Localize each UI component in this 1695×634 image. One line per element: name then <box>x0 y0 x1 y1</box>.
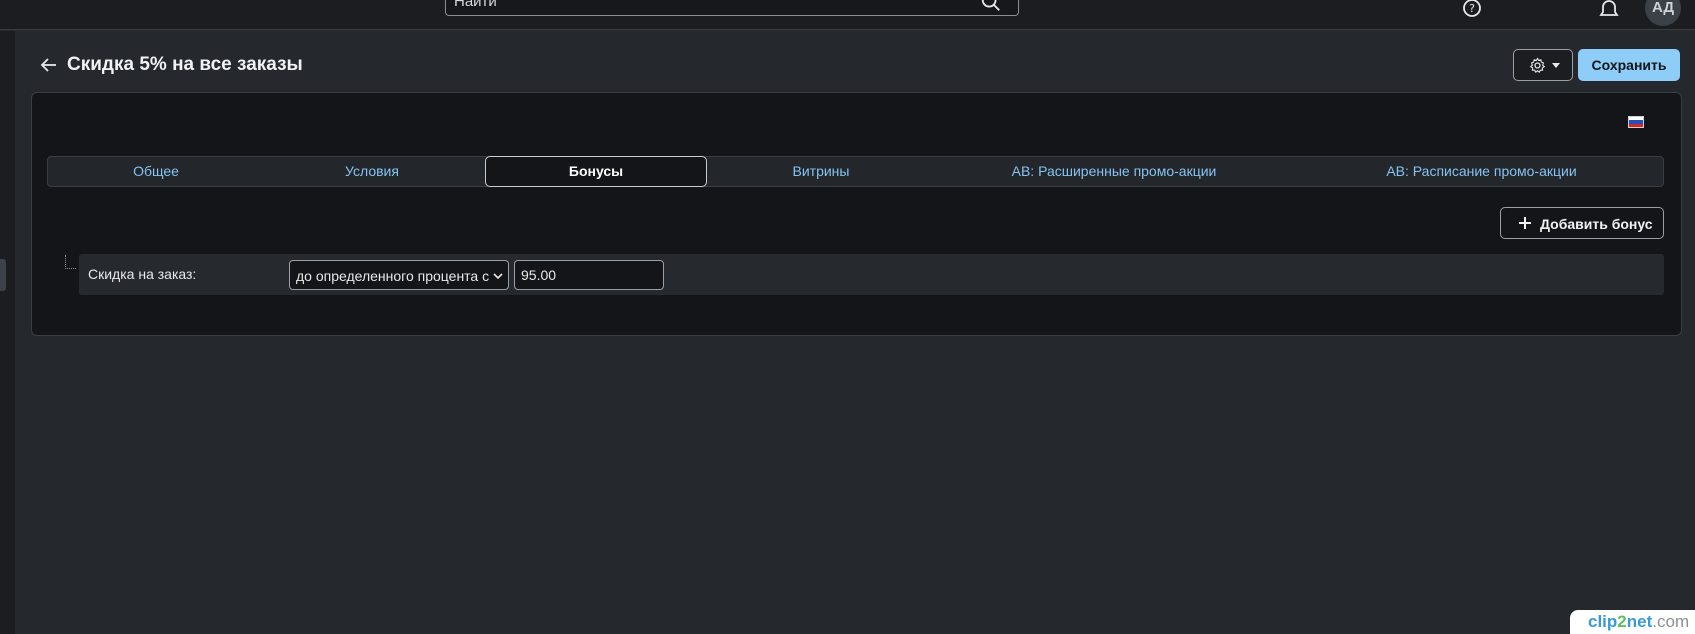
caret-down-icon <box>1552 63 1560 68</box>
bonus-row: Скидка на заказ: до определенного процен… <box>79 254 1664 295</box>
watermark-logo: clip2net.com <box>1570 610 1695 634</box>
tab-conditions[interactable]: Условия <box>264 157 480 186</box>
sidebar-toggle-handle[interactable] <box>0 259 6 291</box>
add-bonus-label: Добавить бонус <box>1540 216 1653 232</box>
bonus-type-value: до определенного процента с <box>296 268 490 284</box>
chevron-down-icon <box>493 273 503 280</box>
top-bar: Найти ? АД <box>0 0 1695 30</box>
bonus-panel: Общее Условия Бонусы Витрины АВ: Расшире… <box>31 92 1682 336</box>
watermark-part: 2 <box>1617 612 1627 631</box>
tree-connector <box>65 255 76 269</box>
bonus-type-select[interactable]: до определенного процента с <box>289 260 509 290</box>
save-button[interactable]: Сохранить <box>1578 49 1680 81</box>
russian-flag-icon[interactable] <box>1628 116 1644 128</box>
bell-icon[interactable] <box>1597 0 1621 22</box>
tab-bonuses[interactable]: Бонусы <box>485 156 707 187</box>
settings-dropdown-button[interactable] <box>1513 49 1573 81</box>
tab-extended-promotions[interactable]: АВ: Расширенные промо-акции <box>930 157 1298 186</box>
sidebar <box>0 31 15 634</box>
tab-general[interactable]: Общее <box>48 157 264 186</box>
gear-icon <box>1529 57 1546 73</box>
svg-text:?: ? <box>1469 2 1475 15</box>
tab-promotion-schedule[interactable]: АВ: Расписание промо-акции <box>1298 157 1665 186</box>
add-bonus-button[interactable]: Добавить бонус <box>1500 207 1664 239</box>
watermark-part: clip <box>1588 612 1618 631</box>
bonus-amount-input[interactable] <box>514 260 664 290</box>
back-arrow-icon[interactable] <box>40 56 58 74</box>
tabs-bar: Общее Условия Бонусы Витрины АВ: Расшире… <box>47 156 1664 187</box>
search-input[interactable]: Найти <box>445 0 1019 16</box>
bonus-label: Скидка на заказ: <box>88 266 197 282</box>
plus-icon <box>1519 217 1531 229</box>
search-placeholder: Найти <box>454 0 497 10</box>
help-circle-icon[interactable]: ? <box>1460 0 1484 22</box>
page-title: Скидка 5% на все заказы <box>67 54 303 75</box>
watermark-part: net <box>1626 612 1653 631</box>
watermark-part: .com <box>1652 612 1690 631</box>
search-icon[interactable] <box>980 0 1002 13</box>
avatar[interactable]: АД <box>1645 0 1681 26</box>
tab-storefronts[interactable]: Витрины <box>712 157 930 186</box>
